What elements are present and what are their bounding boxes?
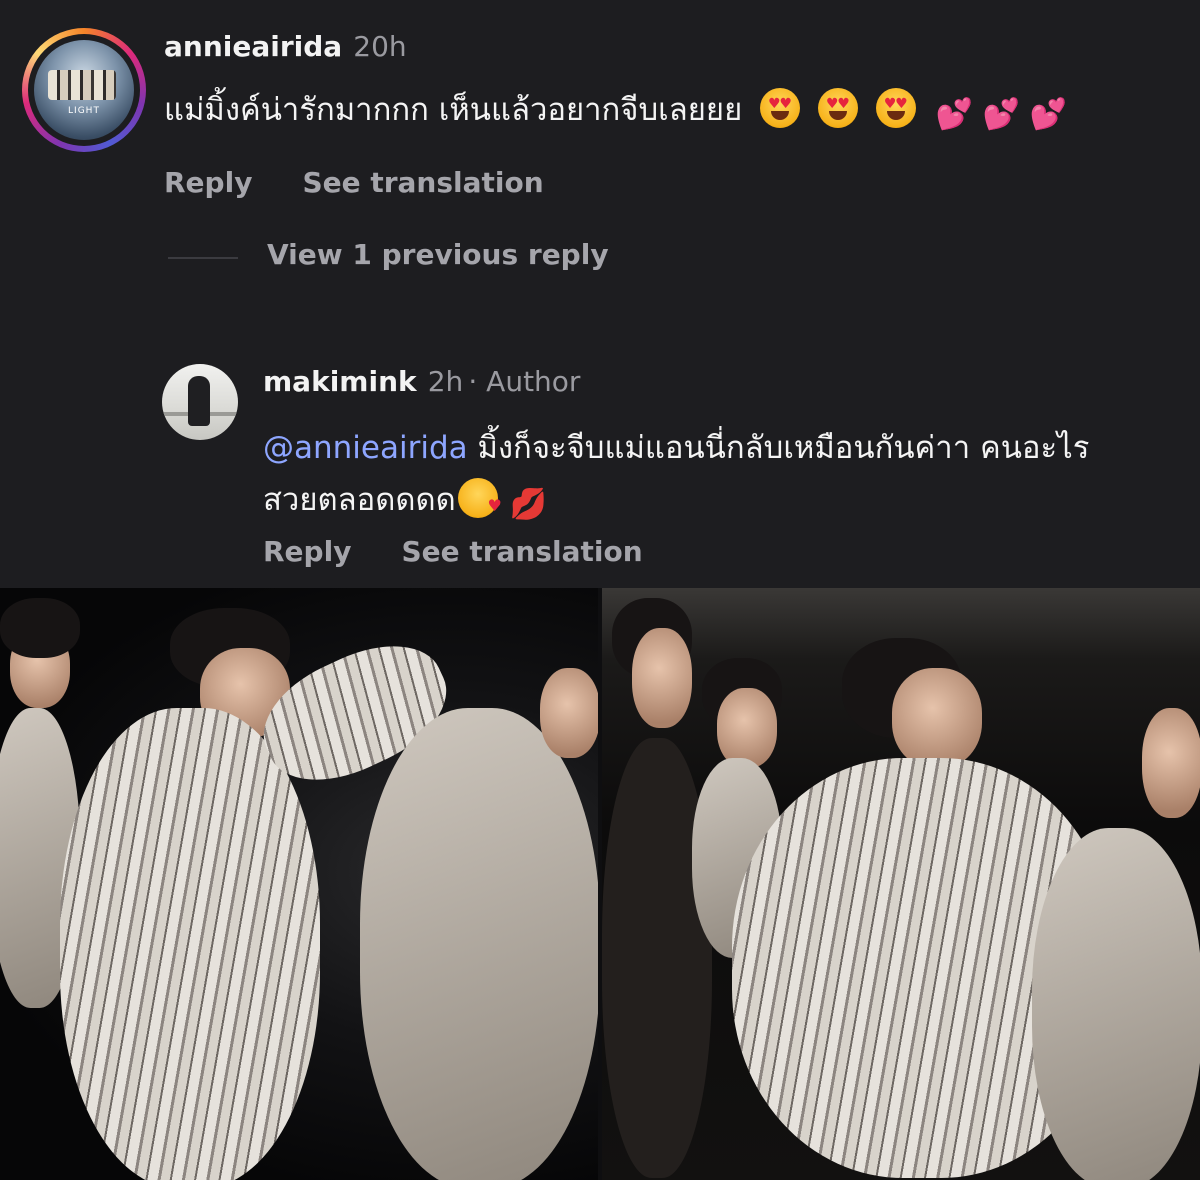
- comment-actions: Reply See translation: [164, 166, 544, 199]
- photo-collage: [0, 588, 1200, 1180]
- comment-body: มิ้งก็จะจีบแม่แอนนี่กลับเหมือนกันค่าา คน…: [477, 430, 1090, 466]
- comment-body: แม่มิ้งค์น่ารักมากกก เห็นแล้วอยากจีบเลยย…: [164, 92, 743, 128]
- divider: [168, 257, 238, 259]
- comment-text-continued: สวยตลอดดดด ♥ 💋: [263, 474, 547, 524]
- reply-button[interactable]: Reply: [263, 535, 351, 568]
- photo-right[interactable]: [602, 588, 1200, 1180]
- author-tag: · Author: [468, 365, 581, 398]
- comment-actions: Reply See translation: [263, 535, 643, 568]
- avatar[interactable]: [162, 364, 238, 440]
- comment-text: @annieairida มิ้งก็จะจีบแม่แอนนี่กลับเหม…: [263, 422, 1089, 472]
- story-ring-avatar[interactable]: LIGHT: [22, 28, 146, 152]
- timestamp: 20h: [353, 30, 407, 63]
- mention-link[interactable]: @annieairida: [263, 430, 468, 466]
- see-translation-button[interactable]: See translation: [401, 535, 642, 568]
- heart-eyes-emoji-icon: [760, 88, 801, 128]
- comment-header: makimink 2h · Author: [263, 365, 580, 398]
- heart-eyes-emoji-icon: [875, 88, 916, 128]
- two-hearts-emoji-icon: 💕 💕 💕: [935, 97, 1067, 132]
- view-previous-reply-button[interactable]: View 1 previous reply: [267, 238, 609, 271]
- reply-button[interactable]: Reply: [164, 166, 252, 199]
- photo-left[interactable]: [0, 588, 598, 1180]
- see-translation-button[interactable]: See translation: [302, 166, 543, 199]
- comment-text: แม่มิ้งค์น่ารักมากกก เห็นแล้วอยากจีบเลยย…: [164, 84, 1067, 134]
- comment-body-line2: สวยตลอดดดด: [263, 482, 456, 518]
- comments-panel: LIGHT annieairida 20h แม่มิ้งค์น่ารักมาก…: [0, 0, 1200, 588]
- timestamp: 2h: [427, 365, 464, 398]
- lips-emoji-icon: 💋: [509, 487, 548, 522]
- username[interactable]: annieairida: [164, 30, 342, 63]
- heart-eyes-emoji-icon: [817, 88, 858, 128]
- kiss-emoji-icon: ♥: [457, 478, 502, 518]
- comment-header: annieairida 20h: [164, 30, 407, 63]
- avatar-image: LIGHT: [34, 40, 134, 140]
- avatar-caption: LIGHT: [68, 106, 100, 116]
- username[interactable]: makimink: [263, 365, 417, 398]
